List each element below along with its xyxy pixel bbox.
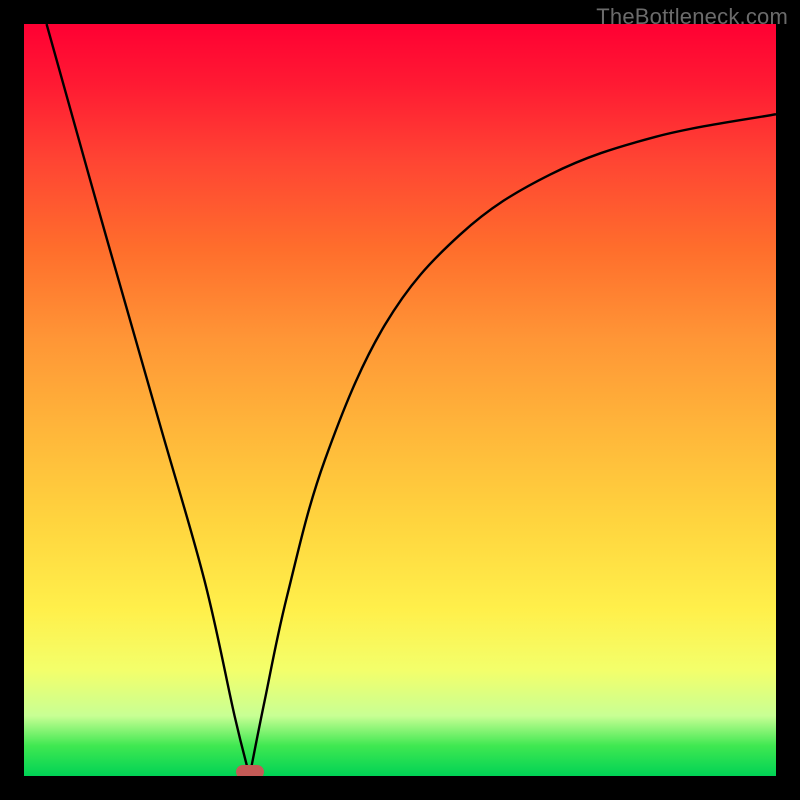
- watermark-text: TheBottleneck.com: [596, 4, 788, 30]
- bottleneck-curve-svg: [24, 24, 776, 776]
- chart-container: [24, 24, 776, 776]
- curve-left-branch: [47, 24, 250, 776]
- curve-right-branch: [250, 114, 776, 776]
- minimum-marker: [236, 765, 264, 776]
